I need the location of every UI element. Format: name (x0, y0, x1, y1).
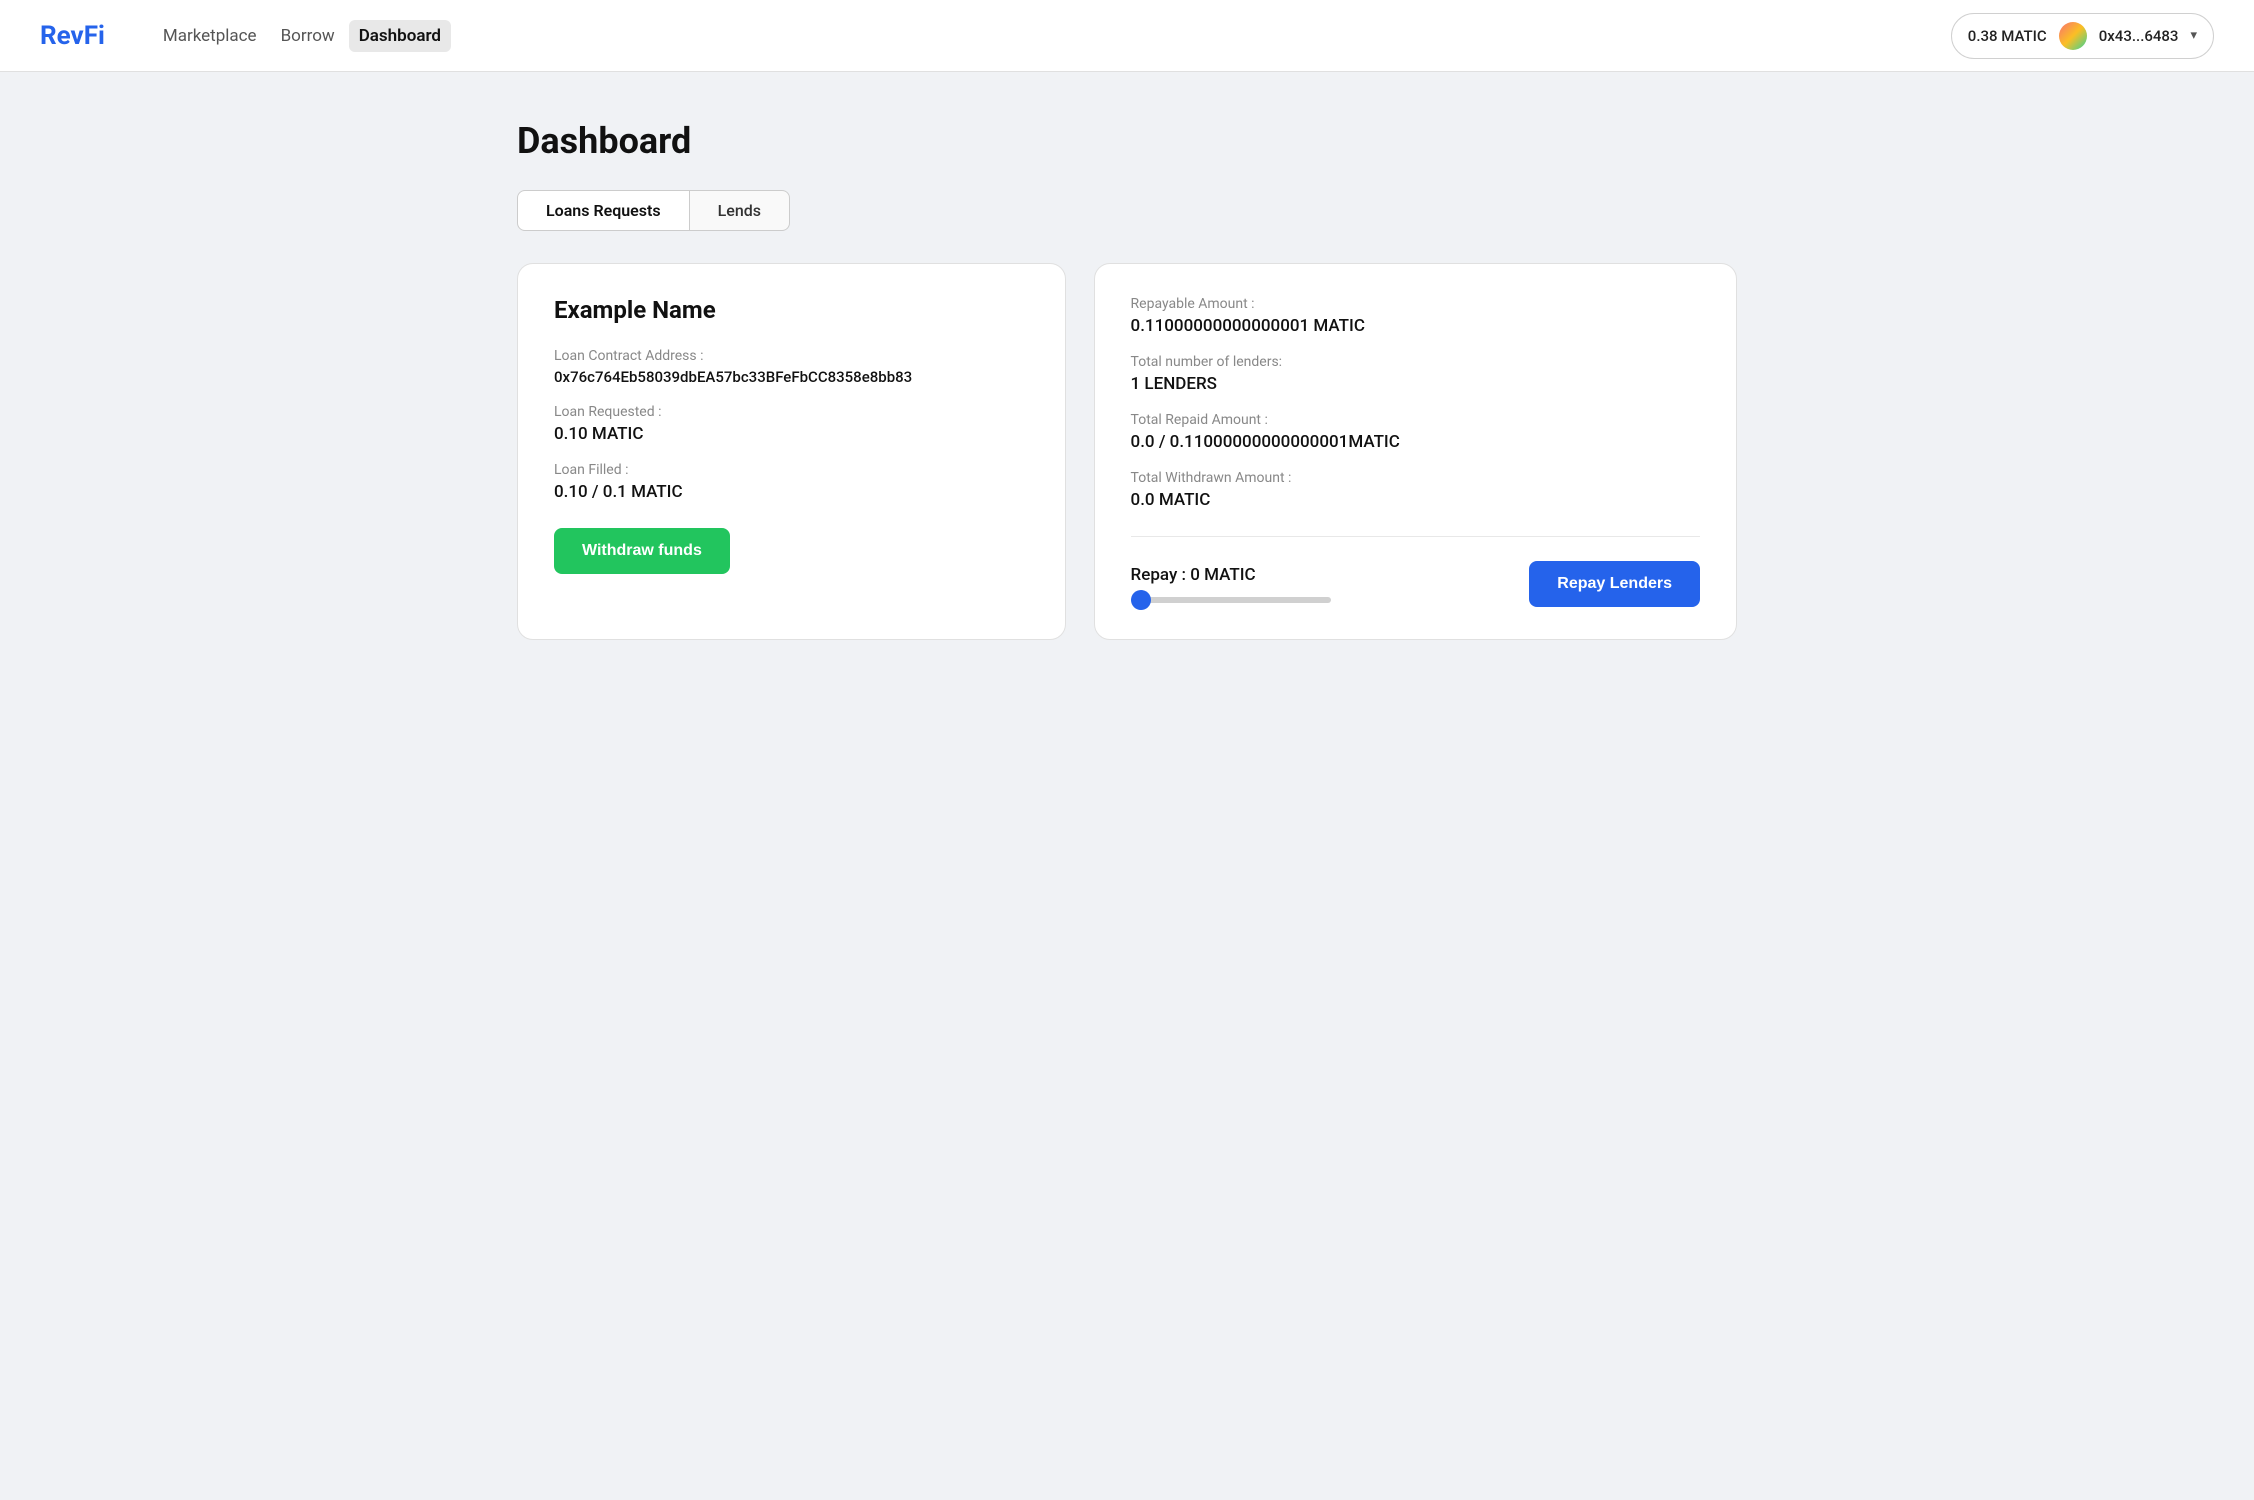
wallet-balance: 0.38 MATIC (1968, 27, 2047, 45)
tab-loans-requests[interactable]: Loans Requests (517, 190, 690, 231)
filled-value: 0.10 / 0.1 MATIC (554, 482, 1029, 502)
nav-borrow[interactable]: Borrow (271, 20, 345, 52)
card-divider (1131, 536, 1700, 537)
tab-lends[interactable]: Lends (690, 190, 790, 231)
withdrawn-value: 0.0 MATIC (1131, 490, 1700, 510)
total-repaid-label: Total Repaid Amount : (1131, 412, 1700, 428)
contract-value: 0x76c764Eb58039dbEA57bc33BFeFbCC8358e8bb… (554, 368, 1029, 386)
lenders-value: 1 LENDERS (1131, 374, 1700, 394)
withdraw-funds-button[interactable]: Withdraw funds (554, 528, 730, 574)
tabs: Loans Requests Lends (517, 190, 1737, 231)
total-repaid-section: Total Repaid Amount : 0.0 / 0.1100000000… (1131, 412, 1700, 470)
withdrawn-label: Total Withdrawn Amount : (1131, 470, 1700, 486)
loan-card-right: Repayable Amount : 0.11000000000000001 M… (1094, 263, 1737, 640)
wallet-button[interactable]: 0.38 MATIC 0x43...6483 ▾ (1951, 13, 2214, 59)
contract-label: Loan Contract Address : (554, 348, 1029, 364)
wallet-address: 0x43...6483 (2099, 27, 2179, 45)
nav-marketplace[interactable]: Marketplace (153, 20, 267, 52)
repay-row: Repay : 0 MATIC Repay Lenders (1131, 561, 1700, 607)
repay-lenders-button[interactable]: Repay Lenders (1529, 561, 1700, 607)
repay-slider-thumb[interactable] (1131, 590, 1151, 610)
main-nav: Marketplace Borrow Dashboard (153, 20, 451, 52)
logo[interactable]: RevFi (40, 21, 105, 51)
lenders-section: Total number of lenders: 1 LENDERS (1131, 354, 1700, 412)
filled-label: Loan Filled : (554, 462, 1029, 478)
main-content: Dashboard Loans Requests Lends Example N… (477, 72, 1777, 688)
chevron-down-icon: ▾ (2190, 28, 2197, 43)
repayable-section: Repayable Amount : 0.11000000000000001 M… (1131, 296, 1700, 354)
loan-name: Example Name (554, 296, 1029, 324)
repayable-label: Repayable Amount : (1131, 296, 1700, 312)
requested-label: Loan Requested : (554, 404, 1029, 420)
wallet-avatar-icon (2059, 22, 2087, 50)
repayable-value: 0.11000000000000001 MATIC (1131, 316, 1700, 336)
repay-label: Repay : 0 MATIC (1131, 565, 1506, 585)
page-title: Dashboard (517, 120, 1737, 162)
header: RevFi Marketplace Borrow Dashboard 0.38 … (0, 0, 2254, 72)
lenders-label: Total number of lenders: (1131, 354, 1700, 370)
cards-row: Example Name Loan Contract Address : 0x7… (517, 263, 1737, 640)
repay-section: Repay : 0 MATIC (1131, 565, 1506, 603)
loan-card-left: Example Name Loan Contract Address : 0x7… (517, 263, 1066, 640)
withdrawn-section: Total Withdrawn Amount : 0.0 MATIC (1131, 470, 1700, 528)
nav-dashboard[interactable]: Dashboard (349, 20, 451, 52)
repay-slider-track (1131, 597, 1331, 603)
requested-value: 0.10 MATIC (554, 424, 1029, 444)
total-repaid-value: 0.0 / 0.11000000000000001MATIC (1131, 432, 1700, 452)
